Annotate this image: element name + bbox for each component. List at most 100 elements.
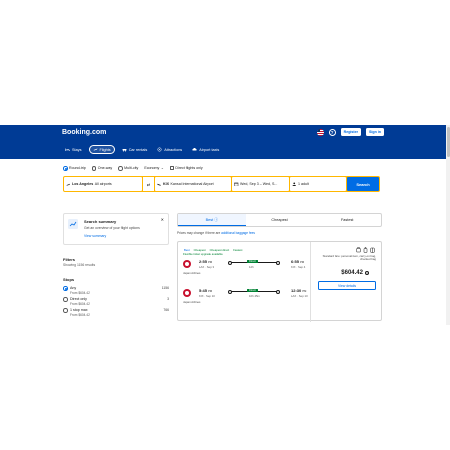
- summary-title: Search summary: [84, 219, 117, 224]
- return-duration: 10h 45m: [249, 294, 260, 298]
- swap-button[interactable]: ⇄: [143, 177, 154, 191]
- destination-field[interactable]: KIX Kansai International Airport: [155, 177, 231, 191]
- summary-description: Get an overview of your flight options: [84, 226, 140, 230]
- travelers-value: 1 adult: [298, 182, 309, 186]
- filters-title: Filters: [63, 257, 76, 262]
- bed-icon: [65, 148, 70, 151]
- round-trip-radio[interactable]: [63, 166, 68, 171]
- results-main: Best ⓘ Cheapest Fastest Prices may chang…: [177, 213, 382, 322]
- stop-any-radio[interactable]: [63, 286, 68, 291]
- direct-only-checkbox[interactable]: [169, 166, 174, 171]
- price-column: Standard fare: personal item, carry-on b…: [313, 242, 381, 322]
- outbound-airline: Japan Airlines: [183, 271, 201, 275]
- one-way-label: One-way: [97, 166, 113, 171]
- origin-field[interactable]: Los Angeles All airports: [64, 177, 142, 191]
- japan-airlines-logo: [183, 289, 191, 297]
- flexible-ticket-note: Flexible ticket upgrade available: [183, 252, 223, 256]
- nav-airport-taxis[interactable]: Airport taxis: [189, 145, 222, 154]
- dates-field[interactable]: Wed, Sep 3 – Wed, S...: [232, 177, 289, 191]
- return-direct-tag: Direct: [247, 288, 258, 293]
- us-flag-icon[interactable]: [316, 128, 324, 136]
- plane-takeoff-icon: [66, 183, 71, 186]
- tab-best-label: Best: [205, 218, 214, 222]
- direct-only-option[interactable]: Direct flights only: [169, 166, 203, 171]
- sidebar: Search summary Get an overview of your f…: [63, 213, 169, 317]
- return-departure-time: 5:45 PM: [199, 288, 213, 293]
- japan-airlines-logo: [183, 260, 191, 268]
- nav-airport-taxis-label: Airport taxis: [199, 147, 220, 152]
- product-nav: Stays Flights Car rentals Attractions Ai…: [62, 145, 222, 154]
- booking-logo[interactable]: Booking.com: [62, 129, 106, 136]
- view-summary-link[interactable]: View summary: [84, 234, 106, 238]
- taxi-icon: [192, 148, 197, 151]
- price-note-text: Prices may change if there are: [177, 231, 221, 235]
- search-button[interactable]: Search: [347, 177, 379, 191]
- nav-flights-label: Flights: [99, 147, 111, 152]
- nav-car-rentals[interactable]: Car rentals: [119, 145, 151, 154]
- tab-cheapest[interactable]: Cheapest: [246, 214, 314, 226]
- outbound-direct-tag: Direct: [247, 259, 258, 264]
- nav-stays[interactable]: Stays: [62, 145, 85, 154]
- close-icon[interactable]: ✕: [161, 217, 164, 222]
- destination-airport: Kansai International Airport: [170, 182, 214, 186]
- site-header: Booking.com ? Register Sign in Stays Fli…: [0, 125, 450, 159]
- page-scrollbar[interactable]: [446, 125, 450, 325]
- cabin-class-value: Economy: [144, 166, 160, 171]
- multi-city-radio[interactable]: [118, 166, 123, 171]
- browser-viewport: Booking.com ? Register Sign in Stays Fli…: [0, 125, 450, 325]
- stop-one-from: From $604.42: [70, 312, 90, 317]
- stops-title: Stops: [63, 277, 75, 282]
- help-icon[interactable]: ?: [328, 128, 336, 136]
- view-details-button[interactable]: View details: [318, 281, 376, 290]
- flight-search-panel: Round-trip One-way Multi-city Economy ⌄ …: [0, 159, 450, 201]
- register-button[interactable]: Register: [340, 128, 362, 136]
- scrollbar-thumb[interactable]: [446, 127, 450, 157]
- nav-flights[interactable]: Flights: [88, 145, 115, 154]
- plane-icon: [93, 148, 97, 151]
- stop-direct-count: 3: [167, 297, 169, 301]
- personal-item-icon: [356, 247, 361, 253]
- nav-attractions[interactable]: Attractions: [154, 145, 185, 154]
- sign-in-button[interactable]: Sign in: [366, 128, 384, 136]
- nav-attractions-label: Attractions: [164, 147, 183, 152]
- return-departure-info: KIX · Sep 10: [199, 294, 215, 298]
- stop-one-label: 1 stop max: [70, 308, 88, 312]
- return-arrival-time: 12:30 PM: [291, 288, 307, 293]
- stop-one-count: 766: [163, 308, 169, 312]
- stop-one-radio[interactable]: [63, 308, 68, 313]
- chevron-down-icon: ⌄: [160, 166, 164, 171]
- round-trip-label: Round-trip: [69, 166, 86, 171]
- multi-city-option[interactable]: Multi-city: [118, 166, 138, 171]
- one-way-radio[interactable]: [91, 166, 97, 171]
- baggage-icons: [356, 247, 375, 253]
- tab-best[interactable]: Best ⓘ: [178, 214, 246, 226]
- nav-stays-label: Stays: [72, 147, 82, 152]
- stop-direct-radio[interactable]: [63, 297, 68, 302]
- nav-car-rentals-label: Car rentals: [128, 147, 148, 152]
- return-arrival-info: LAX · Sep 10: [291, 294, 308, 298]
- destination-code: KIX: [163, 182, 169, 186]
- round-trip-option[interactable]: Round-trip: [63, 166, 86, 171]
- fare-included-note: Standard fare: personal item, carry-on b…: [322, 254, 376, 262]
- outbound-arrival-time: 6:55 PM: [291, 259, 305, 264]
- direct-only-label: Direct flights only: [175, 166, 203, 171]
- price-note: Prices may change if there are additiona…: [177, 231, 382, 235]
- result-divider: [310, 242, 311, 322]
- cabin-class-select[interactable]: Economy ⌄: [144, 166, 164, 170]
- flight-result-card[interactable]: Best Cheapest Cheapest direct Fastest Fl…: [177, 241, 382, 322]
- carry-on-bag-icon: [363, 247, 368, 253]
- multi-city-label: Multi-city: [124, 166, 139, 171]
- results-content: Search summary Get an overview of your f…: [0, 201, 450, 325]
- outbound-departure-info: LAX · Sep 3: [199, 265, 215, 269]
- plane-landing-icon: [157, 183, 162, 186]
- attractions-icon: [157, 147, 162, 152]
- one-way-option[interactable]: One-way: [91, 166, 113, 171]
- tab-fastest[interactable]: Fastest: [313, 214, 381, 226]
- badge-fastest: Fastest: [233, 247, 243, 252]
- stop-any-label: Any: [70, 286, 77, 290]
- travelers-field[interactable]: 1 adult: [290, 177, 346, 191]
- price-info-icon[interactable]: i: [365, 271, 369, 275]
- baggage-fees-link[interactable]: additional baggage fees: [221, 231, 255, 235]
- search-bar: Los Angeles All airports ⇄ KIX Kansai In…: [63, 176, 380, 192]
- checked-bag-icon: [370, 247, 375, 253]
